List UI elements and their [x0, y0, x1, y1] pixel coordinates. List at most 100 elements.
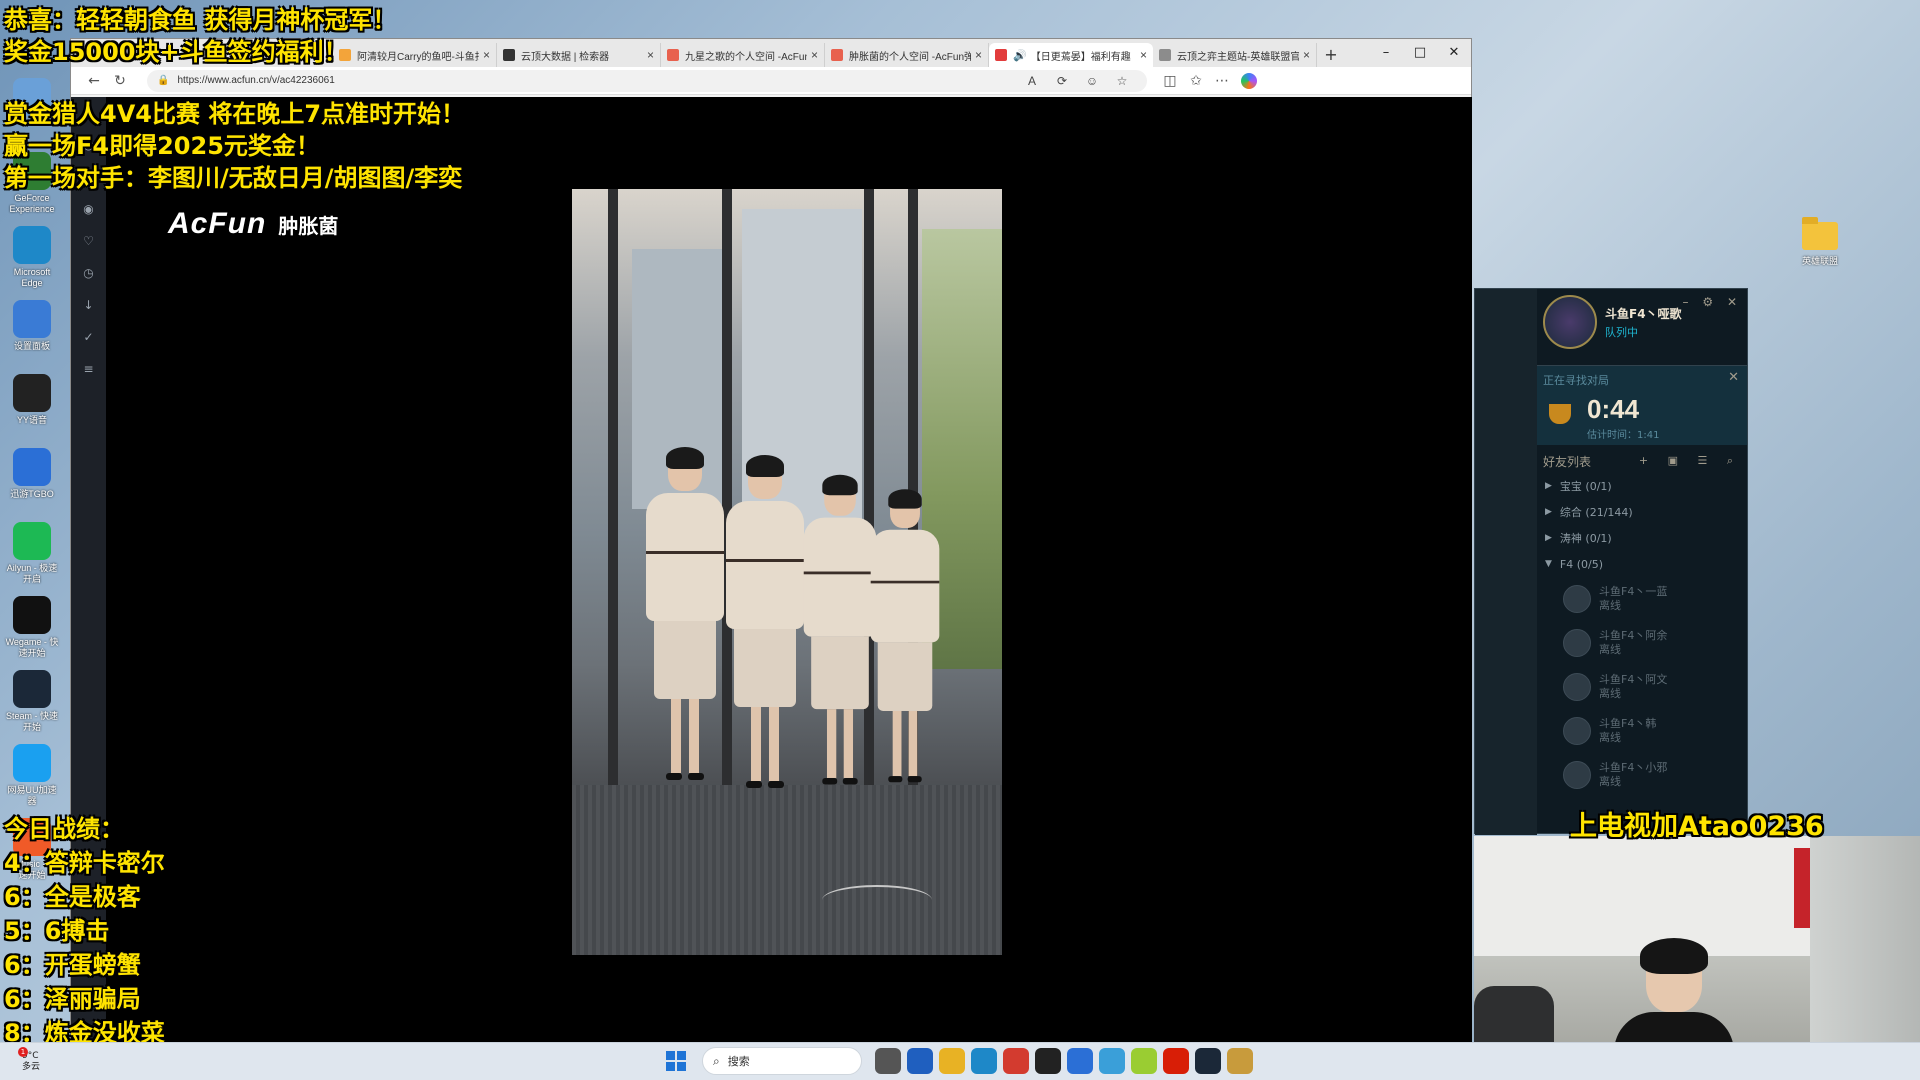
new-tab-button[interactable]: +	[1317, 43, 1345, 67]
browser-tab[interactable]: 🔊 【日更蔫晏】福利有趣 ×	[989, 43, 1153, 67]
sidebar-check-icon[interactable]: ✓	[71, 321, 106, 353]
desktop-icon-label: 网易UU加速器	[7, 785, 57, 806]
tab-close-icon[interactable]: ×	[647, 48, 654, 62]
friend-entry[interactable]: 斗鱼F4丶一蓝 离线	[1537, 577, 1747, 621]
record-line: 6：全是极客	[4, 883, 141, 911]
group-label: F4 (0/5)	[1559, 557, 1604, 571]
queue-estimate: 估计时间：1:41	[1587, 430, 1660, 441]
caret-icon: ▶	[1545, 507, 1552, 517]
minimize-button[interactable]: –	[1369, 39, 1403, 67]
queue-timer: 0:44	[1587, 394, 1640, 424]
friend-entry[interactable]: 斗鱼F4丶阿文 离线	[1537, 665, 1747, 709]
task-view-icon[interactable]	[875, 1048, 901, 1074]
read-aloud-icon[interactable]: A	[1017, 74, 1047, 88]
split-screen-icon[interactable]: ◫	[1157, 73, 1183, 89]
video-frame[interactable]	[572, 189, 1002, 955]
client-settings-icon[interactable]: ⚙	[1702, 295, 1713, 309]
tab-close-icon[interactable]: ×	[1140, 48, 1147, 62]
desktop-folder[interactable]: 英雄联盟	[1790, 217, 1850, 267]
queue-box: 正在寻找对局 ✕ 0:44 估计时间：1:41	[1537, 365, 1747, 445]
app-dark-icon[interactable]	[1195, 1048, 1221, 1074]
desktop-icon[interactable]: 迅游TGBO	[4, 448, 60, 522]
friend-status: 离线	[1599, 643, 1621, 656]
player-profile[interactable]: 斗鱼F4丶哑歌 队列中	[1543, 295, 1682, 349]
friend-entry[interactable]: 斗鱼F4丶韩 离线	[1537, 709, 1747, 753]
app-icon	[13, 448, 51, 486]
copilot-icon[interactable]	[1241, 72, 1257, 89]
app-icon	[13, 226, 51, 264]
record-line: 4：答辩卡密尔	[4, 849, 165, 877]
netease-music-icon[interactable]	[1163, 1048, 1189, 1074]
desktop-icon[interactable]: Wegame - 快速开始	[4, 596, 60, 670]
window-controls: – □ ✕	[1369, 39, 1471, 67]
taskbar-search[interactable]: ⌕ 搜索	[702, 1047, 862, 1075]
friend-group[interactable]: ▼ F4 (0/5)	[1537, 551, 1747, 577]
tournament-line: 赏金猎人4V4比赛 将在晚上7点准时开始！	[4, 100, 466, 128]
desktop-icon[interactable]: Ailyun - 极速开启	[4, 522, 60, 596]
tab-close-icon[interactable]: ×	[483, 48, 490, 62]
browser-tab[interactable]: 云顶之弈主题站-英雄联盟官方 ×	[1153, 43, 1317, 67]
desktop-icon[interactable]: Steam - 快速开始	[4, 670, 60, 744]
tab-close-icon[interactable]: ×	[811, 48, 818, 62]
caret-icon: ▶	[1545, 533, 1552, 543]
desktop-icon[interactable]: Microsoft Edge	[4, 226, 60, 300]
record-overlay: 今日战绩： 4：答辩卡密尔 6：全是极客 5：6搏击 6：开蛋螃蟹 6：泽丽骗局…	[4, 812, 165, 1050]
app-red-icon[interactable]	[1003, 1048, 1029, 1074]
speaker-icon[interactable]: 🔊	[1013, 49, 1027, 62]
friend-status: 离线	[1599, 599, 1621, 612]
sidebar-menu-icon[interactable]: ≡	[71, 353, 106, 385]
record-line: 6：泽丽骗局	[4, 985, 141, 1013]
friends-actions[interactable]: + ▣ ☰ ⌕	[1639, 454, 1741, 468]
desktop-icon-label: GeForce Experience	[9, 193, 55, 214]
tab-close-icon[interactable]: ×	[975, 48, 982, 62]
taskbar-apps	[872, 1048, 1256, 1074]
xunyou-icon[interactable]	[1067, 1048, 1093, 1074]
favorites-icon[interactable]: ✩	[1183, 73, 1209, 89]
url-field[interactable]: 🔒 https://www.acfun.cn/v/ac42236061 A ⟳ …	[147, 69, 1147, 92]
friend-group[interactable]: ▶ 宝宝 (0/1)	[1537, 473, 1747, 499]
lol-icon[interactable]	[1227, 1048, 1253, 1074]
close-window-button[interactable]: ✕	[1437, 39, 1471, 67]
sidebar-live-icon[interactable]: ◉	[71, 193, 106, 225]
friend-name: 斗鱼F4丶韩	[1599, 717, 1657, 730]
yy-icon[interactable]	[1035, 1048, 1061, 1074]
queue-label: 正在寻找对局	[1543, 374, 1609, 387]
person	[867, 489, 943, 783]
desktop-icon[interactable]: 设置面板	[4, 300, 60, 374]
client-close-icon[interactable]: ✕	[1727, 295, 1737, 309]
desktop-icon[interactable]: YY语音	[4, 374, 60, 448]
edge-icon[interactable]	[971, 1048, 997, 1074]
translate-icon[interactable]: ⟳	[1047, 74, 1077, 88]
weather-widget[interactable]: 1 9°C 多云	[18, 1047, 40, 1073]
more-icon[interactable]: ⋯	[1209, 73, 1235, 89]
sidebar-download-icon[interactable]: ↓	[71, 289, 106, 321]
friends-list: 好友列表 + ▣ ☰ ⌕ ▶ 宝宝 (0/1) ▶ 综合 (21/144) ▶ 涛神 (0…	[1537, 449, 1747, 797]
folder-icon	[1802, 217, 1838, 250]
video-player[interactable]: AcFun 肿胀菌	[106, 97, 1472, 1042]
friend-group[interactable]: ▶ 涛神 (0/1)	[1537, 525, 1747, 551]
client-minimize-icon[interactable]: –	[1683, 295, 1689, 309]
browser-tab[interactable]: 九星之歌的个人空间 -AcFun弹幕 ×	[661, 43, 825, 67]
sidebar-clock-icon[interactable]: ◷	[71, 257, 106, 289]
maximize-button[interactable]: □	[1403, 39, 1437, 67]
notepad-icon[interactable]	[1099, 1048, 1125, 1074]
friend-entry[interactable]: 斗鱼F4丶阿余 离线	[1537, 621, 1747, 665]
back-icon[interactable]: ←	[81, 73, 107, 89]
sidebar-heart-icon[interactable]: ♡	[71, 225, 106, 257]
emoji-icon[interactable]: ☺	[1077, 74, 1107, 88]
start-button[interactable]	[666, 1051, 686, 1071]
friend-entry[interactable]: 斗鱼F4丶小邪 离线	[1537, 753, 1747, 797]
store-icon[interactable]	[907, 1048, 933, 1074]
favorite-icon[interactable]: ☆	[1107, 74, 1137, 88]
browser-tab[interactable]: 肿胀菌的个人空间 -AcFun弹幕 ×	[825, 43, 989, 67]
friend-group[interactable]: ▶ 综合 (21/144)	[1537, 499, 1747, 525]
queue-cancel-icon[interactable]: ✕	[1728, 370, 1739, 385]
group-label: 宝宝 (0/1)	[1559, 480, 1612, 493]
refresh-icon[interactable]: ↻	[107, 73, 133, 89]
desktop-icon[interactable]: 网易UU加速器	[4, 744, 60, 818]
app-green-icon[interactable]	[1131, 1048, 1157, 1074]
tab-favicon	[831, 49, 843, 61]
tab-close-icon[interactable]: ×	[1303, 48, 1310, 62]
explorer-icon[interactable]	[939, 1048, 965, 1074]
browser-tab[interactable]: 云顶大数据 | 检索器 ×	[497, 43, 661, 67]
